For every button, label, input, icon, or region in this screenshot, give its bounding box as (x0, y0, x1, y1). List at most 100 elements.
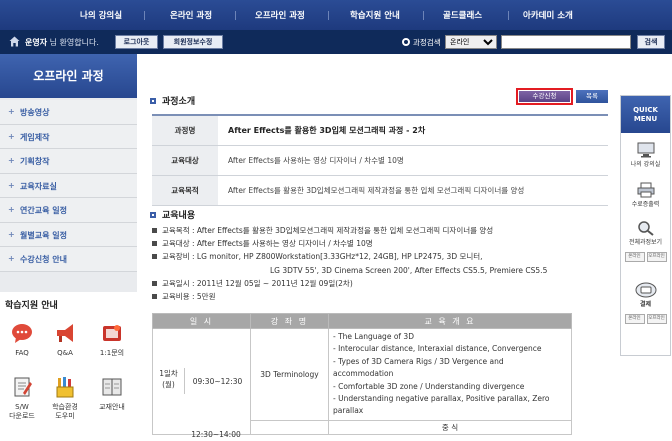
table-row: 교육목적 After Effects를 활용한 3D입체모션그래픽 제작과정을 … (152, 175, 608, 206)
quick-payment[interactable]: 결제 온라인 오프라인 (621, 282, 670, 324)
user-bar: 운영자 님 환영합니다. 로그아웃 회원정보수정 과정검색 온라인 검색 (0, 30, 672, 54)
quick-all-courses[interactable]: 전체과정보기 온라인 오프라인 (621, 220, 670, 262)
sidebar-item-monthly-schedule[interactable]: + 월별교육 일정 (0, 222, 137, 247)
search-button[interactable]: 검색 (637, 35, 665, 49)
info-value: After Effects를 활용한 3D입체 모션그래픽 과정 - 2차 (218, 115, 608, 146)
list-item: 교육비용 : 5만원 (152, 290, 608, 303)
card-icon (635, 282, 656, 298)
edit-profile-button[interactable]: 회원정보수정 (163, 35, 223, 49)
square-bullet-icon (152, 254, 157, 260)
sidebar-item-annual-schedule[interactable]: + 연간교육 일정 (0, 198, 137, 223)
detail-text: 교육장비 : LG monitor, HP Z800Workstation[3.… (162, 252, 483, 262)
time-cell: 09:30~12:30 (192, 376, 243, 386)
list-button[interactable]: 목록 (576, 90, 608, 103)
sidebar-menu: + 방송영상 + 게임제작 + 기획창작 + 교육자료실 + 연간교육 일정 + 월별교육 … (0, 100, 137, 272)
plus-icon: + (8, 229, 15, 239)
quick-online-link[interactable]: 온라인 (624, 314, 645, 324)
top-navigation: 나의 강의실 온라인 과정 오프라인 과정 학습지원 안내 골드클래스 아카데미… (0, 0, 672, 30)
table-row: 과정명 After Effects를 활용한 3D입체 모션그래픽 과정 - 2… (152, 115, 608, 146)
sidebar-item-planning[interactable]: + 기획창작 (0, 149, 137, 174)
sidebar: 오프라인 과정 + 방송영상 + 게임제작 + 기획창작 + 교육자료실 + 연간교육 일… (0, 54, 137, 441)
quick-mini-links: 온라인 오프라인 (621, 312, 670, 324)
sidebar-item-label: 교육자료실 (20, 181, 57, 191)
quick-menu: QUICK MENU 나의 강의실 수료증출력 전체과정보기 온라인 오프라인 결제… (620, 95, 671, 356)
sidebar-item-enrollment-guide[interactable]: + 수강신청 안내 (0, 247, 137, 272)
support-textbook[interactable]: 교재안내 (91, 376, 133, 412)
quick-certificate-print[interactable]: 수료증출력 (621, 182, 670, 209)
column-header: 강 좌 명 (250, 313, 329, 329)
list-item: LG 3DTV 55', 3D Cinema Screen 200', Afte… (152, 264, 608, 277)
support-label: FAQ (15, 349, 29, 357)
welcome-suffix: 님 환영합니다. (49, 38, 99, 47)
quick-mini-links: 온라인 오프라인 (621, 250, 670, 262)
quick-offline-link[interactable]: 오프라인 (646, 252, 667, 262)
search-type-select[interactable]: 온라인 (445, 35, 497, 49)
nav-item-gold-class[interactable]: 골드클래스 (443, 9, 482, 21)
support-label: S/W 다운로드 (9, 403, 35, 420)
list-item: 교육목적 : After Effects를 활용한 3D입체모션그래픽 제작과정… (152, 224, 608, 237)
home-icon[interactable] (9, 36, 20, 47)
plus-icon: + (8, 131, 15, 141)
nav-item-learning-support[interactable]: 학습지원 안내 (350, 9, 400, 21)
apply-button[interactable]: 수강신청 (516, 88, 573, 105)
sidebar-item-label: 수강신청 안내 (20, 255, 67, 264)
info-value: After Effects를 사용하는 영상 디자이너 / 차수별 10명 (218, 145, 608, 176)
table-row: 교육대상 After Effects를 사용하는 영상 디자이너 / 차수별 1… (152, 145, 608, 176)
detail-text: LG 3DTV 55', 3D Cinema Screen 200', Afte… (270, 265, 548, 275)
table-row: 1일차 (월) 09:30~12:30 3D Terminology - The… (152, 328, 572, 435)
quick-online-link[interactable]: 온라인 (624, 252, 645, 262)
quick-my-classroom[interactable]: 나의 강의실 (621, 142, 670, 169)
nav-divider (235, 11, 236, 20)
quick-offline-link[interactable]: 오프라인 (646, 314, 667, 324)
overview-cell: 중 식 (328, 419, 572, 435)
nav-item-offline-course[interactable]: 오프라인 과정 (255, 9, 305, 21)
sidebar-item-materials[interactable]: + 교육자료실 (0, 173, 137, 198)
nav-item-online-course[interactable]: 온라인 과정 (170, 9, 212, 21)
support-inquiry[interactable]: 1:1문의 (91, 322, 133, 358)
overview-line: - Comfortable 3D zone / Understanding di… (333, 381, 525, 391)
support-sw-download[interactable]: S/W 다운로드 (1, 376, 43, 421)
magnifier-icon (637, 221, 654, 236)
sidebar-item-label: 연간교육 일정 (20, 206, 67, 215)
nav-divider (144, 11, 145, 20)
plus-icon: + (8, 107, 15, 116)
quick-label: 나의 강의실 (630, 161, 661, 168)
logout-button[interactable]: 로그아웃 (115, 35, 158, 49)
support-label: 교재안내 (99, 403, 125, 411)
quick-menu-header: QUICK MENU (621, 96, 670, 133)
quick-label: 결제 (639, 301, 652, 308)
support-faq[interactable]: FAQ (1, 322, 43, 358)
list-item: 교육일시 : 2011년 12월 05일 ~ 2011년 12월 09일(2차) (152, 277, 608, 290)
section-bullet-icon (150, 212, 156, 218)
overview-line: accommodation (333, 369, 394, 379)
overview-cell: - The Language of 3D - Interocular dista… (328, 328, 572, 421)
detail-text: 교육비용 : 5만원 (162, 292, 216, 302)
sidebar-item-label: 방송영상 (20, 108, 50, 117)
user-name: 운영자 (25, 38, 48, 47)
overview-line: - Interocular distance, Interaxial dista… (333, 344, 542, 354)
overview-line: parallax (333, 406, 364, 416)
day-label: 1일차 (월) (153, 368, 185, 395)
sidebar-item-label: 게임제작 (20, 132, 50, 142)
course-details: 교육목적 : After Effects를 활용한 3D입체모션그래픽 제작과정… (152, 224, 608, 303)
nav-divider (508, 11, 509, 20)
welcome-message: 운영자 님 환영합니다. (25, 37, 99, 48)
column-header: 일 시 (152, 313, 251, 329)
list-item: 교육대상 : After Effects를 사용하는 영상 디자이너 / 차수별… (152, 237, 608, 250)
square-bullet-icon (152, 294, 157, 300)
course-cell (250, 419, 329, 435)
speech-bubble-icon (12, 324, 32, 343)
quick-label: 전체과정보기 (628, 239, 663, 246)
course-info-table: 과정명 After Effects를 활용한 3D입체 모션그래픽 과정 - 2… (152, 114, 608, 206)
nav-item-academy-intro[interactable]: 아카데미 소개 (523, 9, 573, 21)
sidebar-item-broadcast[interactable]: + 방송영상 (0, 100, 137, 125)
support-environment-helper[interactable]: 학습환경 도우미 (44, 376, 86, 421)
nav-item-my-classroom[interactable]: 나의 강의실 (80, 9, 122, 21)
search-input[interactable] (501, 35, 631, 49)
sidebar-item-game[interactable]: + 게임제작 (0, 124, 137, 149)
support-label: 학습환경 도우미 (52, 403, 78, 420)
book-icon (102, 378, 122, 396)
plus-icon: + (8, 254, 15, 263)
support-qna[interactable]: Q&A (44, 322, 86, 358)
mail-icon (103, 325, 121, 341)
